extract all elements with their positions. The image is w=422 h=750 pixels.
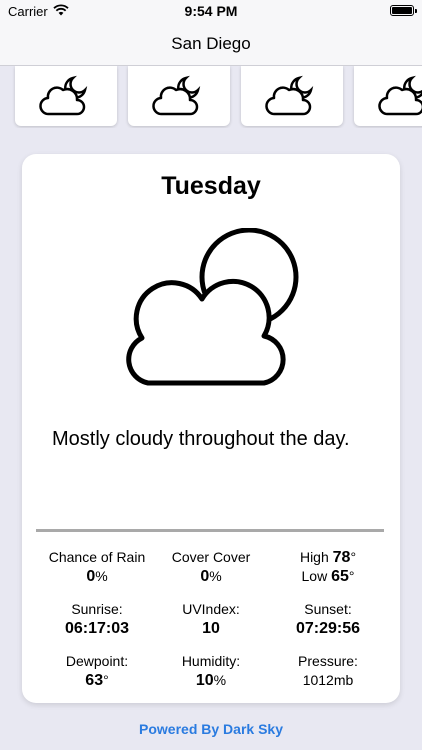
humidity-value: 10 — [195, 672, 214, 689]
high-unit: ° — [350, 549, 357, 565]
day-detail-card: Tuesday Mostly cloudy throughout the day… — [22, 154, 400, 703]
partly-cloudy-night-icon — [378, 75, 422, 116]
navigation-bar: San Diego — [0, 22, 422, 66]
uv-index: UVIndex: 10 — [148, 600, 274, 638]
low-label: Low — [301, 568, 328, 584]
forecast-card[interactable] — [241, 66, 343, 126]
divider — [36, 529, 384, 532]
chance-of-rain-unit: % — [95, 568, 108, 584]
low-unit: ° — [348, 568, 355, 584]
clock: 9:54 PM — [184, 3, 238, 19]
page-title: San Diego — [171, 34, 251, 53]
forecast-card[interactable] — [354, 66, 422, 126]
partly-cloudy-night-icon — [265, 75, 314, 116]
forecast-card[interactable] — [128, 66, 230, 126]
temperature-range: High 78° Low 65° — [265, 548, 391, 586]
cloud-cover: Cover Cover 0% — [148, 548, 274, 586]
day-summary: Mostly cloudy throughout the day. — [52, 428, 350, 450]
sunset-value: 07:29:56 — [295, 620, 361, 637]
dewpoint-unit: ° — [103, 672, 109, 688]
chance-of-rain-label: Chance of Rain — [48, 549, 146, 565]
dewpoint: Dewpoint: 63° — [34, 652, 160, 690]
high-label: High — [299, 549, 329, 565]
cloud-cover-unit: % — [209, 568, 222, 584]
humidity-unit: % — [213, 672, 227, 688]
cloud-cover-label: Cover Cover — [171, 549, 251, 565]
pressure: Pressure: 1012mb — [265, 652, 391, 690]
cloud-cover-value: 0 — [200, 568, 210, 585]
humidity-label: Humidity: — [181, 653, 241, 669]
high-value: 78 — [332, 549, 351, 566]
sunset: Sunset: 07:29:56 — [265, 600, 391, 638]
status-bar: Carrier 9:54 PM — [0, 0, 422, 22]
chance-of-rain-value: 0 — [86, 568, 96, 585]
partly-cloudy-day-icon — [126, 228, 299, 386]
sunrise-label: Sunrise: — [71, 601, 123, 617]
powered-by-link[interactable]: Powered By Dark Sky — [0, 721, 422, 737]
partly-cloudy-night-icon — [152, 75, 201, 116]
low-value: 65 — [331, 568, 349, 585]
day-title: Tuesday — [161, 172, 261, 200]
battery-icon — [390, 5, 417, 16]
partly-cloudy-night-icon — [39, 75, 88, 116]
pressure-label: Pressure: — [298, 653, 358, 669]
forecast-strip[interactable] — [0, 66, 422, 128]
chance-of-rain: Chance of Rain 0% — [34, 548, 160, 586]
dewpoint-label: Dewpoint: — [65, 653, 129, 669]
forecast-card[interactable] — [15, 66, 117, 126]
dewpoint-value: 63 — [85, 672, 104, 689]
sunrise-value: 06:17:03 — [64, 620, 130, 637]
pressure-value: 1012mb — [302, 672, 354, 688]
uv-index-value: 10 — [202, 620, 220, 637]
sunset-label: Sunset: — [304, 601, 352, 617]
sunrise: Sunrise: 06:17:03 — [34, 600, 160, 638]
humidity: Humidity: 10% — [148, 652, 274, 690]
uv-index-label: UVIndex: — [182, 601, 240, 617]
